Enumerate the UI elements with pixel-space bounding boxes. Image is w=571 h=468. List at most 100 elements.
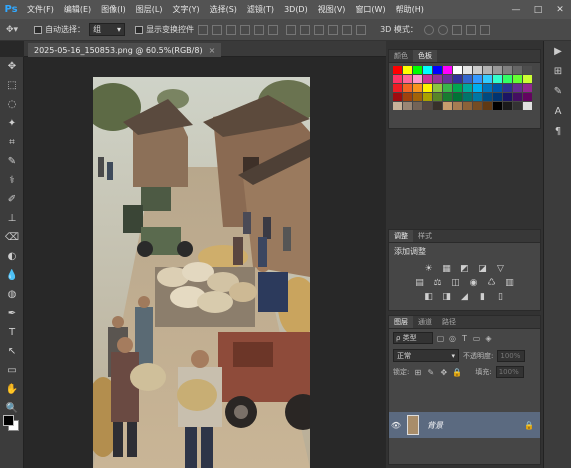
menu-window[interactable]: 窗口(W) <box>350 4 390 15</box>
hand-tool-icon[interactable]: ✋ <box>0 380 24 399</box>
swatch-cell[interactable] <box>473 84 482 92</box>
tab-layers[interactable]: 图层 <box>389 316 413 328</box>
paragraph-icon[interactable]: ¶ <box>544 121 571 141</box>
menu-help[interactable]: 帮助(H) <box>391 4 429 15</box>
hue-saturation-icon[interactable]: ▤ <box>414 278 426 288</box>
threshold-icon[interactable]: ◢ <box>459 292 471 302</box>
swatch-cell[interactable] <box>423 93 432 101</box>
shape-tool-icon[interactable]: ▭ <box>0 361 24 380</box>
distribute-bottom-icon[interactable] <box>314 24 325 35</box>
swatch-cell[interactable] <box>483 102 492 110</box>
adjustment-filter-icon[interactable]: ◎ <box>448 334 457 343</box>
swatch-cell[interactable] <box>493 102 502 110</box>
swatch-cell[interactable] <box>433 66 442 74</box>
swatch-cell[interactable] <box>463 84 472 92</box>
tab-styles[interactable]: 样式 <box>413 230 437 242</box>
move-tool-icon[interactable]: ✥ <box>0 57 24 76</box>
swatch-cell[interactable] <box>483 66 492 74</box>
swatch-cell[interactable] <box>513 66 522 74</box>
swatch-cell[interactable] <box>463 75 472 83</box>
swatch-cell[interactable] <box>413 84 422 92</box>
swatch-cell[interactable] <box>463 66 472 74</box>
swatch-cell[interactable] <box>423 66 432 74</box>
swatch-cell[interactable] <box>513 84 522 92</box>
swatch-cell[interactable] <box>403 75 412 83</box>
play-icon[interactable]: ▶ <box>544 41 571 61</box>
swatch-cell[interactable] <box>403 84 412 92</box>
swatch-cell[interactable] <box>493 75 502 83</box>
tab-swatches[interactable]: 色板 <box>413 50 437 62</box>
opacity-field[interactable]: 100% <box>497 349 526 362</box>
exposure-icon[interactable]: ◪ <box>477 264 489 274</box>
dodge-tool-icon[interactable]: ◍ <box>0 285 24 304</box>
swatch-cell[interactable] <box>453 66 462 74</box>
swatch-cell[interactable] <box>393 75 402 83</box>
black-white-icon[interactable]: ◫ <box>450 278 462 288</box>
swatch-cell[interactable] <box>503 93 512 101</box>
distribute-left-icon[interactable] <box>328 24 339 35</box>
crop-tool-icon[interactable]: ⌗ <box>0 133 24 152</box>
swatch-cell[interactable] <box>503 75 512 83</box>
swatch-cell[interactable] <box>493 66 502 74</box>
quick-select-tool-icon[interactable]: ✦ <box>0 114 24 133</box>
swatch-cell[interactable] <box>443 75 452 83</box>
brightness-contrast-icon[interactable]: ☀ <box>423 264 435 274</box>
show-transform-checkbox[interactable] <box>135 25 144 34</box>
foreground-color-swatch[interactable] <box>3 415 14 426</box>
lock-pixels-icon[interactable]: ✎ <box>426 368 435 377</box>
swatch-cell[interactable] <box>523 102 532 110</box>
swatch-cell[interactable] <box>423 75 432 83</box>
lock-all-icon[interactable]: 🔒 <box>452 368 462 377</box>
swatch-cell[interactable] <box>513 75 522 83</box>
maximize-button[interactable]: □ <box>527 0 549 19</box>
3d-scale-icon[interactable] <box>479 24 490 35</box>
distribute-hcenter-icon[interactable] <box>342 24 353 35</box>
swatch-cell[interactable] <box>413 93 422 101</box>
channel-mixer-icon[interactable]: ♺ <box>486 278 498 288</box>
swatch-cell[interactable] <box>473 93 482 101</box>
swatch-cell[interactable] <box>393 102 402 110</box>
swatch-cell[interactable] <box>463 102 472 110</box>
align-bottom-icon[interactable] <box>226 24 237 35</box>
layer-row-background[interactable]: 👁 背景 🔒 <box>389 412 540 438</box>
swatch-cell[interactable] <box>483 84 492 92</box>
swatch-cell[interactable] <box>523 75 532 83</box>
swatch-cell[interactable] <box>413 75 422 83</box>
align-left-icon[interactable] <box>240 24 251 35</box>
swatch-cell[interactable] <box>423 84 432 92</box>
curves-icon[interactable]: ◩ <box>459 264 471 274</box>
marquee-tool-icon[interactable]: ⬚ <box>0 76 24 95</box>
lock-transparent-icon[interactable]: ⊞ <box>413 368 422 377</box>
3d-roll-icon[interactable] <box>437 24 448 35</box>
canvas-area[interactable] <box>24 57 386 468</box>
close-button[interactable]: ✕ <box>549 0 571 19</box>
swatch-cell[interactable] <box>453 93 462 101</box>
swatch-cell[interactable] <box>443 84 452 92</box>
swatch-cell[interactable] <box>503 102 512 110</box>
type-filter-icon[interactable]: T <box>460 334 469 343</box>
photo-filter-icon[interactable]: ◉ <box>468 278 480 288</box>
tab-channels[interactable]: 通道 <box>413 316 437 328</box>
swatch-cell[interactable] <box>433 84 442 92</box>
lasso-tool-icon[interactable]: ◌ <box>0 95 24 114</box>
3d-rotate-icon[interactable] <box>423 24 434 35</box>
swatch-cell[interactable] <box>393 66 402 74</box>
layer-kind-filter[interactable]: ρ 类型 <box>393 332 433 344</box>
tab-color[interactable]: 颜色 <box>389 50 413 62</box>
swatch-cell[interactable] <box>483 75 492 83</box>
close-icon[interactable]: × <box>209 46 216 55</box>
blend-mode-dropdown[interactable]: 正常 ▾ <box>393 349 459 362</box>
menu-3d[interactable]: 3D(D) <box>279 5 313 14</box>
eye-icon[interactable]: 👁 <box>389 421 403 430</box>
blur-tool-icon[interactable]: 💧 <box>0 266 24 285</box>
levels-icon[interactable]: ▦ <box>441 264 453 274</box>
menu-layer[interactable]: 图层(L) <box>131 4 168 15</box>
type-tool-icon[interactable]: T <box>0 323 24 342</box>
swatch-cell[interactable] <box>473 66 482 74</box>
eraser-tool-icon[interactable]: ⌫ <box>0 228 24 247</box>
distribute-top-icon[interactable] <box>286 24 297 35</box>
invert-icon[interactable]: ◧ <box>423 292 435 302</box>
align-top-icon[interactable] <box>198 24 209 35</box>
menu-view[interactable]: 视图(V) <box>313 4 351 15</box>
tab-adjustments[interactable]: 调整 <box>389 230 413 242</box>
